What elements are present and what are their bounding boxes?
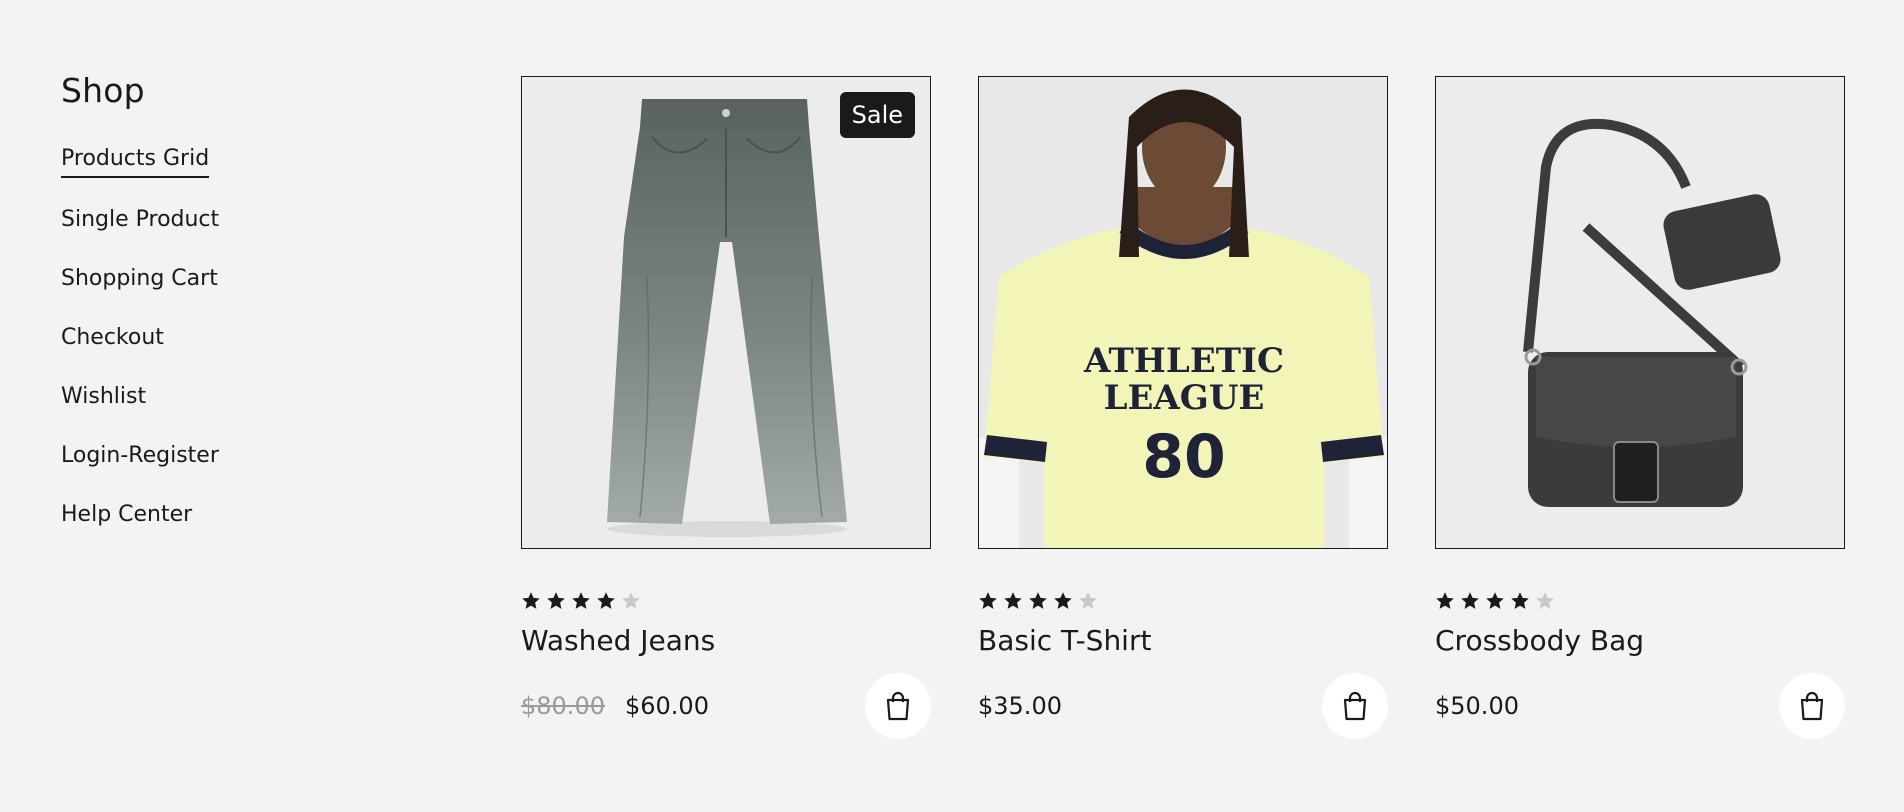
sidebar-item-label: Checkout: [61, 325, 164, 350]
star-filled-icon: [1029, 592, 1047, 609]
rating-stars: [1435, 591, 1845, 611]
sidebar-item-login-register[interactable]: Login-Register: [61, 441, 361, 473]
sidebar-item-label: Products Grid: [61, 144, 210, 178]
shopping-bag-icon: [1343, 691, 1367, 721]
sidebar-item-label: Single Product: [61, 207, 220, 232]
product-card-jeans: Sale Washed Jeans $80.00 $60.00: [521, 76, 931, 739]
jeans-image: [522, 77, 930, 548]
star-filled-icon: [547, 592, 565, 609]
rating-stars: [521, 591, 931, 611]
product-name[interactable]: Washed Jeans: [521, 623, 931, 659]
sale-badge: Sale: [839, 92, 915, 138]
star-filled-icon: [572, 592, 590, 609]
star-filled-icon: [1511, 592, 1529, 609]
shirt-print-number: 80: [1142, 422, 1226, 492]
star-filled-icon: [979, 592, 997, 609]
tshirt-image: ATHLETIC LEAGUE 80: [979, 77, 1387, 548]
product-image-tshirt[interactable]: ATHLETIC LEAGUE 80: [978, 76, 1388, 549]
shirt-print-line-1: ATHLETIC: [1083, 341, 1284, 381]
price-row: $80.00 $60.00: [521, 673, 931, 739]
add-to-cart-button[interactable]: [865, 673, 931, 739]
star-filled-icon: [1486, 592, 1504, 609]
star-filled-icon: [522, 592, 540, 609]
sidebar-nav: Products Grid Single Product Shopping Ca…: [61, 144, 361, 532]
bag-image: [1436, 77, 1844, 548]
star-empty-icon: [622, 592, 640, 609]
price-row: $50.00: [1435, 673, 1845, 739]
product-image-bag[interactable]: [1435, 76, 1845, 549]
sidebar-item-label: Login-Register: [61, 443, 219, 468]
shirt-print-line-2: LEAGUE: [1104, 378, 1265, 418]
product-card-tshirt: ATHLETIC LEAGUE 80 Basic T-Shirt $35.00: [978, 76, 1388, 739]
sidebar-item-label: Help Center: [61, 502, 193, 527]
rating-stars: [978, 591, 1388, 611]
star-empty-icon: [1079, 592, 1097, 609]
price: $60.00: [624, 692, 709, 720]
product-name[interactable]: Basic T-Shirt: [978, 623, 1388, 659]
product-card-bag: Crossbody Bag $50.00: [1435, 76, 1845, 739]
product-name[interactable]: Crossbody Bag: [1435, 623, 1845, 659]
sidebar-item-shopping-cart[interactable]: Shopping Cart: [61, 264, 361, 296]
star-empty-icon: [1536, 592, 1554, 609]
sidebar-item-label: Wishlist: [61, 384, 147, 409]
shopping-bag-icon: [886, 691, 910, 721]
star-filled-icon: [1054, 592, 1072, 609]
add-to-cart-button[interactable]: [1779, 673, 1845, 739]
sidebar-item-help-center[interactable]: Help Center: [61, 500, 361, 532]
sidebar-item-single-product[interactable]: Single Product: [61, 205, 361, 237]
price-row: $35.00: [978, 673, 1388, 739]
star-filled-icon: [1461, 592, 1479, 609]
sidebar-item-checkout[interactable]: Checkout: [61, 323, 361, 355]
old-price: $80.00: [521, 692, 605, 720]
price: $35.00: [978, 692, 1062, 720]
shopping-bag-icon: [1800, 691, 1824, 721]
star-filled-icon: [1004, 592, 1022, 609]
add-to-cart-button[interactable]: [1322, 673, 1388, 739]
sidebar-item-wishlist[interactable]: Wishlist: [61, 382, 361, 414]
star-filled-icon: [1436, 592, 1454, 609]
page-title: Shop: [61, 71, 145, 110]
sidebar: Shop Products Grid Single Product Shoppi…: [61, 70, 361, 559]
sidebar-item-label: Shopping Cart: [61, 266, 218, 291]
star-filled-icon: [597, 592, 615, 609]
price: $50.00: [1435, 692, 1519, 720]
sidebar-item-products-grid[interactable]: Products Grid: [61, 144, 361, 178]
product-image-jeans[interactable]: Sale: [521, 76, 931, 549]
